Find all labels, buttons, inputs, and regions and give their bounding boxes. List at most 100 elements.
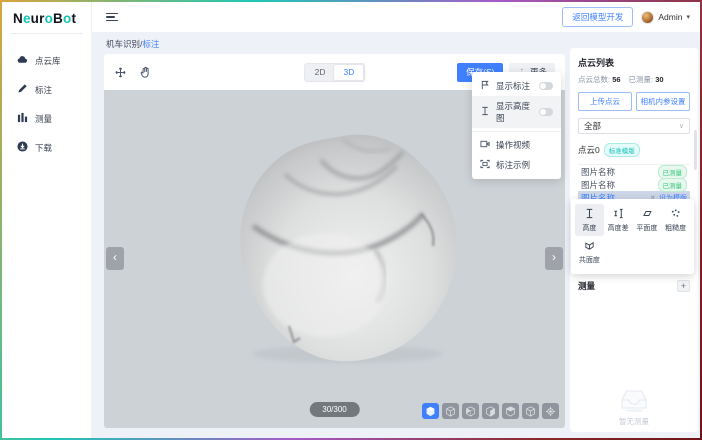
divider	[10, 33, 83, 34]
empty-inbox-icon	[619, 388, 649, 412]
sidebar-item-measure[interactable]: 测量	[2, 104, 91, 133]
image-name: 图片名称	[581, 179, 615, 191]
main-area: 返回模型开发 Admin ▾ 机车识别/标注 2D	[92, 2, 700, 438]
camera-intrinsics-button[interactable]: 相机内参设置	[636, 92, 690, 111]
tool-flatness[interactable]: 平面度	[633, 204, 662, 236]
view-cube-iso-button[interactable]	[422, 403, 439, 419]
view-2d-tab[interactable]: 2D	[306, 65, 335, 80]
coplanarity-icon	[584, 240, 595, 253]
view-cube-right-button[interactable]	[502, 403, 519, 419]
empty-text: 暂无测量	[570, 416, 698, 427]
username: Admin	[658, 12, 682, 22]
caret-down-icon: ▾	[686, 13, 690, 21]
height-diff-icon	[613, 208, 624, 221]
tool-roughness[interactable]: 粗糙度	[661, 204, 690, 236]
breadcrumb-current: 标注	[142, 39, 159, 49]
sidebar-item-annotate[interactable]: 标注	[2, 75, 91, 104]
pointcloud-group-row[interactable]: 点云0 标准模版	[578, 143, 690, 165]
filter-value: 全部	[584, 120, 601, 132]
cloud-icon	[17, 54, 28, 67]
menu-item-label: 显示高度图	[496, 100, 533, 124]
menu-item-show-heightmap[interactable]: 显示高度图	[472, 96, 561, 128]
divider	[472, 131, 561, 132]
collapse-menu-icon[interactable]	[106, 11, 118, 24]
user-menu[interactable]: Admin ▾	[641, 11, 690, 24]
view-orientation-buttons	[422, 403, 559, 419]
show-annotations-toggle[interactable]	[539, 82, 553, 90]
measured-label: 已测量:	[629, 75, 654, 84]
tool-label: 高度	[582, 223, 596, 233]
sidebar-item-label: 标注	[35, 84, 52, 96]
measure-icon	[17, 112, 28, 125]
pointcloud-stats: 点云总数: 56 已测量: 30	[578, 74, 690, 85]
menu-item-annotation-example[interactable]: 标注示例	[472, 155, 561, 175]
filter-select[interactable]: 全部 ∨	[578, 118, 690, 134]
measure-section-title: 测量	[578, 280, 595, 292]
menu-item-show-annotations[interactable]: 显示标注	[472, 76, 561, 96]
measured-badge: 已测量	[658, 178, 688, 192]
sidebar: NeuroBot 点云库 标注 测量 下载	[2, 2, 92, 438]
view-3d-tab[interactable]: 3D	[335, 65, 364, 80]
height-ibeam-icon	[584, 208, 595, 221]
logo-text: N	[13, 11, 23, 26]
menu-item-label: 标注示例	[496, 159, 553, 171]
total-count: 56	[612, 75, 620, 84]
pointcloud-panel: 点云列表 点云总数: 56 已测量: 30 上传点云 相机内参设置 全部 ∨ 点…	[570, 48, 698, 432]
tool-height[interactable]: 高度	[575, 204, 604, 236]
total-label: 点云总数:	[578, 75, 610, 84]
breadcrumb: 机车识别/标注	[106, 38, 159, 50]
show-heightmap-toggle[interactable]	[539, 108, 553, 116]
tool-label: 高度差	[608, 223, 629, 233]
flatness-icon	[641, 208, 652, 221]
download-icon	[17, 141, 28, 154]
view-mode-toggle: 2D 3D	[304, 63, 366, 82]
upload-pointcloud-button[interactable]: 上传点云	[578, 92, 632, 111]
tool-coplanarity[interactable]: 共面度	[575, 236, 604, 268]
image-name: 图片名称	[581, 166, 615, 178]
back-to-model-dev-button[interactable]: 返回模型开发	[562, 7, 633, 27]
hand-drag-icon[interactable]	[139, 66, 152, 79]
add-measure-button[interactable]: +	[677, 280, 690, 292]
logo-gear-e: e	[23, 11, 31, 26]
breadcrumb-parent[interactable]: 机车识别	[106, 39, 140, 49]
measure-empty-state: 暂无测量	[570, 388, 698, 427]
height-ibeam-icon	[480, 106, 490, 118]
next-image-button[interactable]: ›	[545, 247, 563, 270]
panel-title: 点云列表	[578, 56, 690, 69]
logo-text: B	[53, 11, 63, 26]
tooth-3d-model	[225, 130, 468, 368]
tool-height-difference[interactable]: 高度差	[604, 204, 633, 236]
menu-item-tutorial-video[interactable]: 操作视频	[472, 135, 561, 155]
reset-view-button[interactable]	[542, 403, 559, 419]
prev-image-button[interactable]: ‹	[106, 247, 124, 270]
view-cube-top-button[interactable]	[522, 403, 539, 419]
roughness-icon	[670, 208, 681, 221]
tool-label: 平面度	[636, 223, 657, 233]
logo-text: t	[71, 11, 76, 26]
view-cube-back-button[interactable]	[462, 403, 479, 419]
top-bar: 返回模型开发 Admin ▾	[92, 2, 700, 32]
image-list-item[interactable]: 图片名称 已测量	[578, 178, 690, 191]
image-counter: 30/300	[309, 402, 359, 417]
screenshot-frame: NeuroBot 点云库 标注 测量 下载 返回模型开发 Admin	[0, 0, 702, 440]
scrollbar-thumb[interactable]	[694, 130, 697, 170]
menu-item-label: 显示标注	[496, 80, 533, 92]
sidebar-item-label: 测量	[35, 113, 52, 125]
pan-move-icon[interactable]	[114, 66, 127, 79]
sidebar-item-pointcloud-library[interactable]: 点云库	[2, 46, 91, 75]
sidebar-item-label: 下载	[35, 142, 52, 154]
image-list-item[interactable]: 图片名称 已测量	[578, 165, 690, 178]
template-badge: 标准模版	[604, 143, 640, 157]
flag-icon	[480, 80, 490, 92]
pen-icon	[17, 83, 28, 96]
view-cube-front-button[interactable]	[442, 403, 459, 419]
menu-item-label: 操作视频	[496, 139, 553, 151]
measured-count: 30	[655, 75, 663, 84]
view-cube-left-button[interactable]	[482, 403, 499, 419]
brand-logo: NeuroBot	[2, 2, 91, 33]
sidebar-item-download[interactable]: 下载	[2, 133, 91, 162]
tool-label: 粗糙度	[665, 223, 686, 233]
content-area: 机车识别/标注 2D 3D 保存(S) ⋮更多	[92, 32, 700, 438]
tool-label: 共面度	[579, 255, 600, 265]
app-window: NeuroBot 点云库 标注 测量 下载 返回模型开发 Admin	[2, 2, 700, 438]
